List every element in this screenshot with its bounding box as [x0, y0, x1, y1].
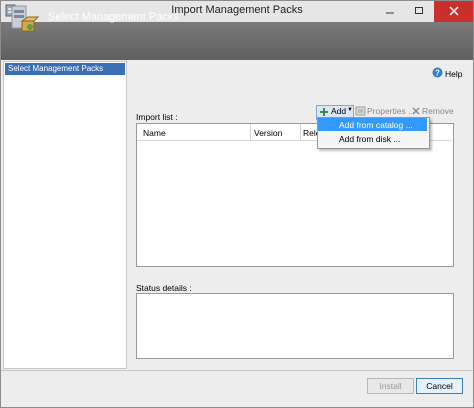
status-details-label: Status details :	[136, 283, 192, 293]
properties-button[interactable]: Properties ...	[367, 106, 415, 116]
page-title: Select Management Packs	[48, 11, 179, 23]
column-header-version[interactable]: Version	[254, 128, 282, 138]
management-pack-icon	[8, 3, 40, 35]
cancel-button[interactable]: Cancel	[416, 378, 463, 394]
remove-button[interactable]: Remove	[422, 106, 454, 116]
divider	[0, 370, 474, 371]
add-button-label: Add	[331, 106, 347, 116]
help-icon[interactable]: ?	[432, 67, 443, 80]
header-banner	[0, 22, 474, 60]
column-divider[interactable]	[300, 124, 301, 140]
wizard-nav: Select Management Packs	[3, 61, 127, 369]
maximize-button[interactable]	[405, 2, 433, 20]
column-divider[interactable]	[250, 124, 251, 140]
status-details-box[interactable]	[136, 293, 454, 359]
close-button[interactable]	[434, 0, 474, 22]
svg-text:?: ?	[435, 69, 440, 78]
chevron-down-icon: ▼	[347, 107, 353, 113]
nav-item-select-management-packs[interactable]: Select Management Packs	[5, 63, 125, 75]
close-icon	[449, 6, 459, 16]
install-button[interactable]: Install	[367, 378, 414, 394]
minimize-button[interactable]	[376, 2, 404, 20]
menu-item-add-from-disk[interactable]: Add from disk ...	[339, 134, 400, 144]
column-header-name[interactable]: Name	[143, 128, 166, 138]
help-link[interactable]: Help	[445, 69, 462, 79]
import-list-label: Import list :	[136, 112, 178, 122]
menu-item-label: Add from catalog ...	[339, 120, 413, 130]
